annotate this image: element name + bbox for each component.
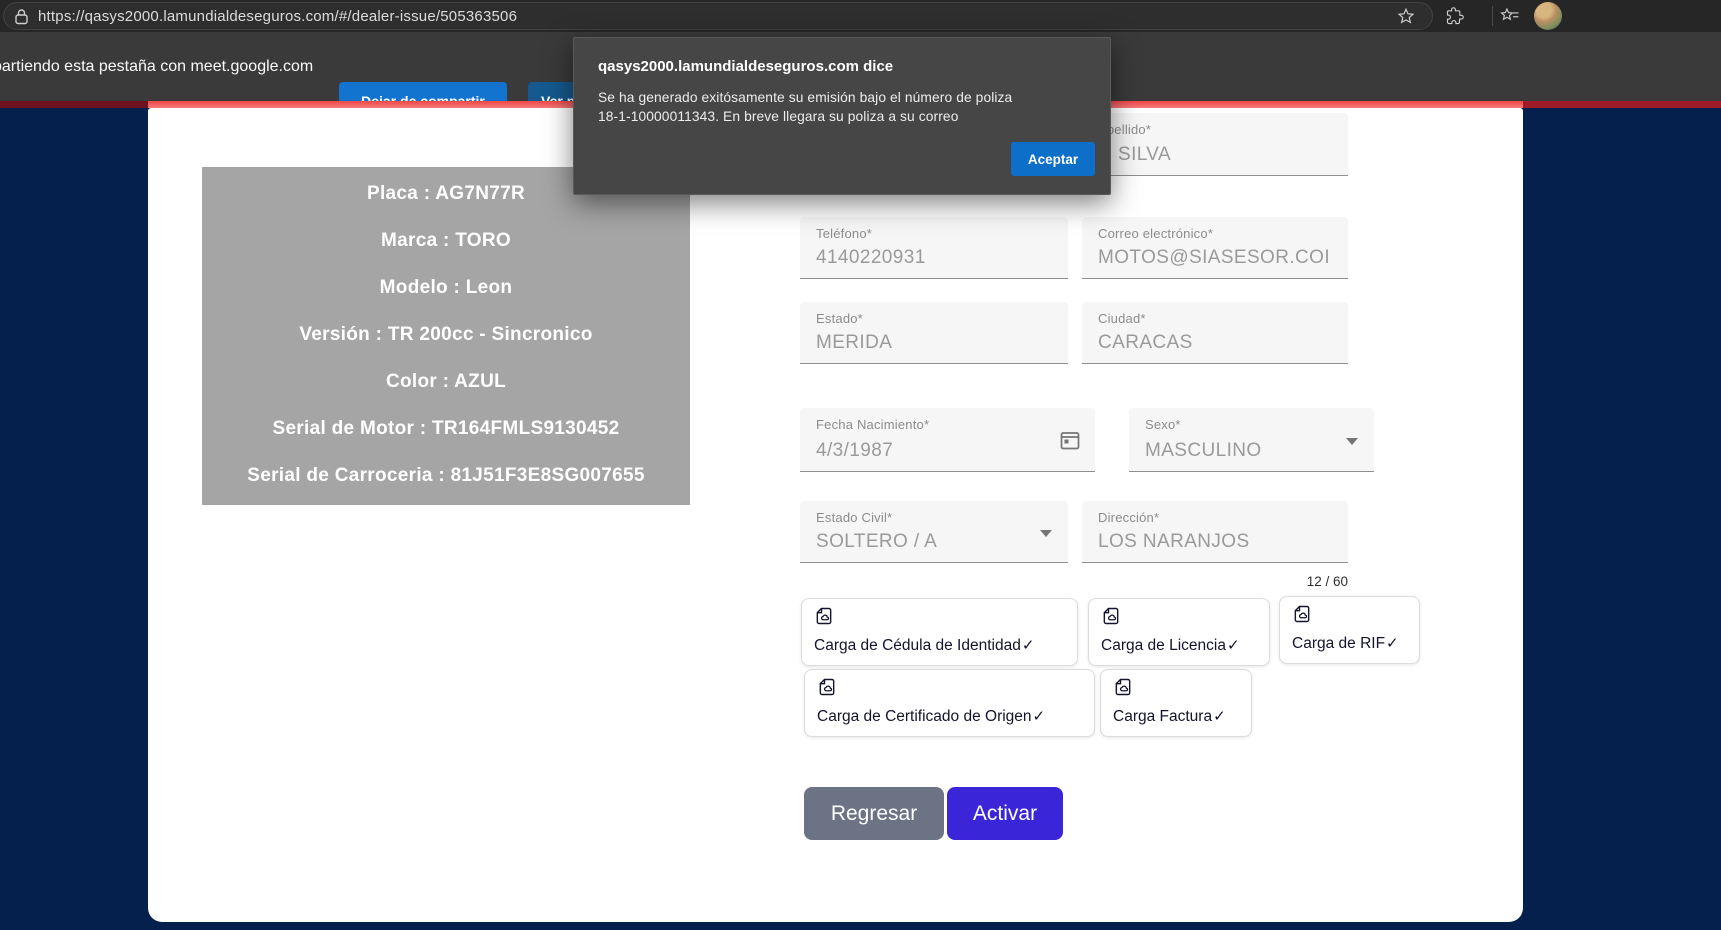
- activar-button[interactable]: Activar: [947, 787, 1063, 840]
- upload-cedula-card[interactable]: Carga de Cédula de Identidad✓: [801, 598, 1078, 666]
- apellido-field[interactable]: Apellido* SILVA: [1082, 113, 1348, 176]
- upload-rif-card[interactable]: Carga de RIF✓: [1279, 596, 1420, 664]
- vehicle-row-version: Versión : TR 200cc - Sincronico: [208, 324, 684, 346]
- content-card: Placa : AG7N77R Marca : TORO Modelo : Le…: [148, 108, 1523, 922]
- extensions-icon[interactable]: [1445, 6, 1465, 26]
- alert-dialog: qasys2000.lamundialdeseguros.com dice Se…: [573, 37, 1111, 195]
- check-icon: ✓: [1227, 637, 1240, 654]
- vehicle-row-serial-carroceria: Serial de Carroceria : 81J51F3E8SG007655: [208, 465, 684, 487]
- estado-field[interactable]: Estado* MERIDA: [800, 302, 1068, 364]
- fecha-nacimiento-field[interactable]: Fecha Nacimiento* 4/3/1987: [800, 408, 1095, 472]
- correo-field[interactable]: Correo electrónico* MOTOS@SIASESOR.COI: [1082, 217, 1348, 279]
- fecha-nacimiento-label: Fecha Nacimiento*: [816, 417, 929, 432]
- char-counter: 12 / 60: [1148, 574, 1348, 589]
- ciudad-label: Ciudad*: [1098, 311, 1146, 326]
- check-icon: ✓: [1022, 637, 1035, 654]
- file-image-icon: [817, 677, 837, 697]
- calendar-icon[interactable]: [1058, 428, 1082, 452]
- estado-civil-field[interactable]: Estado Civil* SOLTERO / A: [800, 501, 1068, 563]
- browser-bar: https://qasys2000.lamundialdeseguros.com…: [0, 0, 1721, 32]
- regresar-button[interactable]: Regresar: [804, 787, 944, 840]
- dialog-title: qasys2000.lamundialdeseguros.com dice: [598, 58, 893, 75]
- upload-card-label: Carga de Licencia✓: [1101, 636, 1240, 655]
- toolbar-divider: [1492, 6, 1493, 26]
- upload-card-label: Carga de Cédula de Identidad✓: [814, 636, 1034, 655]
- ciudad-field[interactable]: Ciudad* CARACAS: [1082, 302, 1348, 364]
- red-stripe-left: [0, 101, 148, 108]
- ciudad-value: CARACAS: [1098, 332, 1342, 354]
- sexo-field[interactable]: Sexo* MASCULINO: [1129, 408, 1374, 472]
- direccion-field[interactable]: Dirección* LOS NARANJOS: [1082, 501, 1348, 563]
- upload-card-label: Carga de RIF✓: [1292, 634, 1399, 653]
- estado-civil-label: Estado Civil*: [816, 510, 892, 525]
- fecha-nacimiento-value: 4/3/1987: [816, 440, 1089, 462]
- correo-value: MOTOS@SIASESOR.COI: [1098, 247, 1342, 269]
- sharing-message: partiendo esta pestaña con meet.google.c…: [0, 32, 313, 101]
- apellido-value: SILVA: [1118, 144, 1342, 166]
- upload-licencia-card[interactable]: Carga de Licencia✓: [1088, 598, 1270, 666]
- vehicle-info-panel: Placa : AG7N77R Marca : TORO Modelo : Le…: [202, 167, 690, 505]
- check-icon: ✓: [1033, 708, 1046, 725]
- upload-factura-card[interactable]: Carga Factura✓: [1100, 669, 1252, 737]
- vehicle-row-color: Color : AZUL: [208, 371, 684, 393]
- upload-card-label: Carga Factura✓: [1113, 707, 1226, 726]
- estado-value: MERIDA: [816, 332, 1062, 354]
- upload-card-label: Carga de Certificado de Origen✓: [817, 707, 1045, 726]
- file-image-icon: [1101, 606, 1121, 626]
- vehicle-row-marca: Marca : TORO: [208, 230, 684, 252]
- sexo-value: MASCULINO: [1145, 440, 1368, 462]
- upload-certificado-card[interactable]: Carga de Certificado de Origen✓: [804, 669, 1095, 737]
- estado-label: Estado*: [816, 311, 863, 326]
- correo-label: Correo electrónico*: [1098, 226, 1213, 241]
- direccion-value: LOS NARANJOS: [1098, 531, 1342, 553]
- dialog-message-line1: Se ha generado exitósamente su emisión b…: [598, 90, 1012, 105]
- url-text[interactable]: https://qasys2000.lamundialdeseguros.com…: [38, 8, 517, 25]
- file-image-icon: [1113, 677, 1133, 697]
- telefono-label: Teléfono*: [816, 226, 872, 241]
- telefono-value: 4140220931: [816, 247, 1062, 269]
- file-image-icon: [814, 606, 834, 626]
- sexo-label: Sexo*: [1145, 417, 1181, 432]
- screen: https://qasys2000.lamundialdeseguros.com…: [0, 0, 1721, 930]
- check-icon: ✓: [1213, 708, 1226, 725]
- accept-button[interactable]: Aceptar: [1011, 142, 1095, 176]
- telefono-field[interactable]: Teléfono* 4140220931: [800, 217, 1068, 279]
- dialog-message-line2: 18-1-10000011343. En breve llegara su po…: [598, 109, 958, 124]
- red-stripe-right: [1523, 101, 1721, 108]
- lock-icon: [14, 8, 29, 25]
- bookmark-star-icon[interactable]: [1396, 6, 1416, 26]
- profile-avatar[interactable]: [1534, 2, 1562, 30]
- direccion-label: Dirección*: [1098, 510, 1159, 525]
- file-image-icon: [1292, 604, 1312, 624]
- check-icon: ✓: [1386, 635, 1399, 652]
- vehicle-row-modelo: Modelo : Leon: [208, 277, 684, 299]
- address-bar[interactable]: https://qasys2000.lamundialdeseguros.com…: [3, 2, 1433, 30]
- estado-civil-value: SOLTERO / A: [816, 531, 1062, 553]
- vehicle-row-serial-motor: Serial de Motor : TR164FMLS9130452: [208, 418, 684, 440]
- chevron-down-icon[interactable]: [1346, 438, 1358, 445]
- chevron-down-icon[interactable]: [1040, 530, 1052, 537]
- collections-icon[interactable]: [1500, 6, 1520, 26]
